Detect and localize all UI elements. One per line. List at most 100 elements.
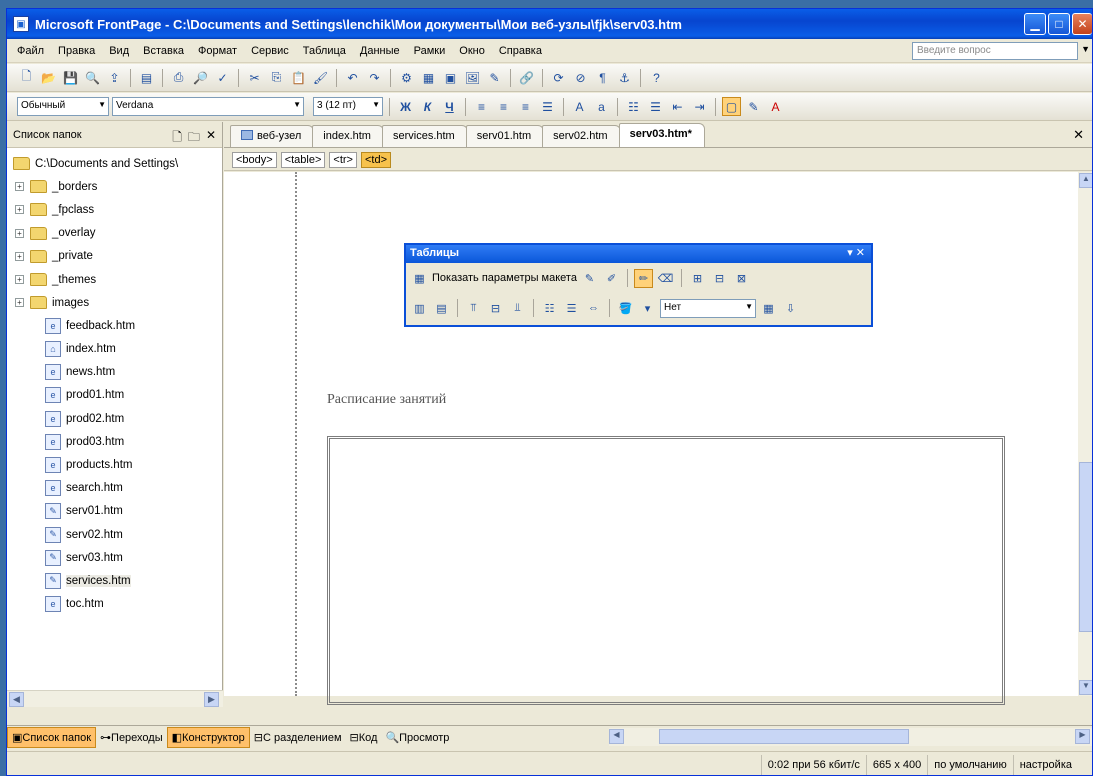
align-bottom-icon[interactable]: ⫫ (508, 299, 527, 318)
eraser-icon[interactable]: ⌫ (656, 269, 675, 288)
merge-cells-icon[interactable]: ▥ (410, 299, 429, 318)
tree-file[interactable]: e products.htm (7, 453, 222, 476)
print-icon[interactable]: ⎙ (169, 68, 188, 87)
tab-website[interactable]: веб-узел (230, 125, 315, 147)
tree-folder[interactable]: + _themes (7, 268, 222, 291)
refresh-icon[interactable]: ⟳ (549, 68, 568, 87)
align-left-icon[interactable]: ≡ (472, 97, 491, 116)
decrease-indent-icon[interactable]: ⇤ (668, 97, 687, 116)
font-size-select[interactable]: 3 (12 пт) ▼ (313, 97, 383, 116)
tree-folder[interactable]: + _borders (7, 175, 222, 198)
close-button[interactable]: ✕ (1072, 13, 1092, 35)
tab-serv01[interactable]: serv01.htm (465, 125, 545, 147)
tab-folder-list[interactable]: ▣Список папок (7, 726, 97, 748)
tab-serv03[interactable]: serv03.htm* (618, 123, 705, 147)
draw-layout-table-icon[interactable]: ✎ (580, 269, 599, 288)
increase-font-icon[interactable]: A (570, 97, 589, 116)
style-select[interactable]: Обычный ▼ (17, 97, 109, 116)
tree-file[interactable]: e search.htm (7, 477, 222, 500)
font-select[interactable]: Verdana ▼ (112, 97, 304, 116)
expand-icon[interactable]: + (15, 205, 24, 215)
tag-td[interactable]: <td> (360, 151, 392, 168)
new-page-icon[interactable]: 🗋 (172, 128, 182, 149)
tree-file[interactable]: ✎ serv02.htm (7, 523, 222, 546)
insert-layer-icon[interactable]: ▣ (441, 68, 460, 87)
toggle-pane-icon[interactable]: ▤ (137, 68, 156, 87)
justify-icon[interactable]: ☰ (538, 97, 557, 116)
tree-file[interactable]: e prod01.htm (7, 384, 222, 407)
tree-file[interactable]: ✎ serv03.htm (7, 546, 222, 569)
fill-color-icon[interactable]: 🪣 (616, 299, 635, 318)
table-autoformat-select[interactable]: Нет ▼ (660, 298, 756, 318)
new-folder-icon[interactable]: 🗀 (188, 128, 200, 149)
fill-dropdown-icon[interactable]: ▾ (638, 299, 657, 318)
cut-icon[interactable]: ✂ (245, 68, 264, 87)
hyperlink-icon[interactable]: 🔗 (517, 68, 536, 87)
layout-table[interactable] (327, 436, 1005, 705)
menu-view[interactable]: Вид (109, 45, 129, 57)
delete-cells-icon[interactable]: ⊠ (732, 269, 751, 288)
maximize-button[interactable]: □ (1048, 13, 1070, 35)
align-top-icon[interactable]: ⫪ (464, 299, 483, 318)
open-icon[interactable]: 📂 (39, 68, 58, 87)
tab-preview[interactable]: 🔍Просмотр (381, 728, 453, 747)
bold-button[interactable]: Ж (396, 97, 415, 116)
tab-split[interactable]: ⊟С разделением (250, 728, 346, 747)
bullets-icon[interactable]: ☰ (646, 97, 665, 116)
table-autoformat-icon[interactable]: ▦ (759, 299, 778, 318)
custom-settings[interactable]: настройка (1012, 754, 1078, 775)
ask-question-input[interactable]: Введите вопрос (912, 42, 1078, 60)
spelling-icon[interactable]: ✓ (213, 68, 232, 87)
layout-icon[interactable]: ⚓ (615, 68, 634, 87)
decrease-font-icon[interactable]: a (592, 97, 611, 116)
insert-rows-icon[interactable]: ⊞ (688, 269, 707, 288)
distribute-columns-icon[interactable]: ☰ (562, 299, 581, 318)
copy-icon[interactable]: ⎘ (267, 68, 286, 87)
align-center-icon[interactable]: ≡ (494, 97, 513, 116)
preview-in-browser-icon[interactable]: 🔎 (191, 68, 210, 87)
increase-indent-icon[interactable]: ⇥ (690, 97, 709, 116)
font-color-icon[interactable]: A (766, 97, 785, 116)
layout-tools-icon[interactable]: ▦ (410, 269, 429, 288)
scroll-left-icon[interactable]: ◀ (609, 729, 624, 744)
center-vertically-icon[interactable]: ⊟ (486, 299, 505, 318)
menu-format[interactable]: Формат (198, 45, 237, 57)
show-all-icon[interactable]: ¶ (593, 68, 612, 87)
toolbar-options-icon[interactable]: ▾ (847, 247, 853, 259)
menu-frames[interactable]: Рамки (414, 45, 446, 57)
scroll-right-icon[interactable]: ▶ (204, 692, 219, 707)
frontpage-app-icon[interactable]: ▣ (13, 16, 29, 32)
minimize-button[interactable]: ▁ (1024, 13, 1046, 35)
scroll-up-icon[interactable]: ▲ (1079, 173, 1092, 188)
tables-toolbar-title-bar[interactable]: Таблицы ▾ ✕ (406, 245, 871, 263)
editor-hscrollbar[interactable]: ◀ ▶ (609, 728, 1092, 746)
close-panel-icon[interactable]: ✕ (206, 128, 216, 149)
expand-icon[interactable]: + (15, 228, 24, 238)
show-layout-button[interactable]: Показать параметры макета (432, 272, 577, 284)
tree-folder[interactable]: + _private (7, 245, 222, 268)
page-heading[interactable]: Расписание занятий (327, 392, 446, 408)
tab-design[interactable]: ◧Конструктор (166, 726, 250, 748)
align-right-icon[interactable]: ≡ (516, 97, 535, 116)
tree-file[interactable]: e toc.htm (7, 593, 222, 616)
drawing-icon[interactable]: ✎ (485, 68, 504, 87)
editor-vscrollbar[interactable]: ▲ ▼ (1078, 172, 1092, 696)
close-document-icon[interactable]: ✕ (1073, 127, 1084, 143)
insert-table-icon[interactable]: ▦ (419, 68, 438, 87)
menu-table[interactable]: Таблица (303, 45, 346, 57)
tree-file[interactable]: e prod02.htm (7, 407, 222, 430)
tree-folder[interactable]: + _overlay (7, 222, 222, 245)
tab-services[interactable]: services.htm (381, 125, 468, 147)
menu-data[interactable]: Данные (360, 45, 400, 57)
tag-body[interactable]: <body> (232, 151, 277, 168)
tree-file[interactable]: e news.htm (7, 361, 222, 384)
page-size[interactable]: 665 x 400 (865, 754, 927, 775)
autofit-icon[interactable]: ⇔ (584, 299, 603, 318)
menu-edit[interactable]: Правка (58, 45, 95, 57)
undo-icon[interactable]: ↶ (343, 68, 362, 87)
tree-file[interactable]: ⌂ index.htm (7, 338, 222, 361)
format-painter-icon[interactable]: 🖌 (311, 68, 330, 87)
stop-icon[interactable]: ⊘ (571, 68, 590, 87)
tag-table[interactable]: <table> (280, 151, 326, 168)
encoding-mode[interactable]: по умолчанию (927, 754, 1012, 775)
